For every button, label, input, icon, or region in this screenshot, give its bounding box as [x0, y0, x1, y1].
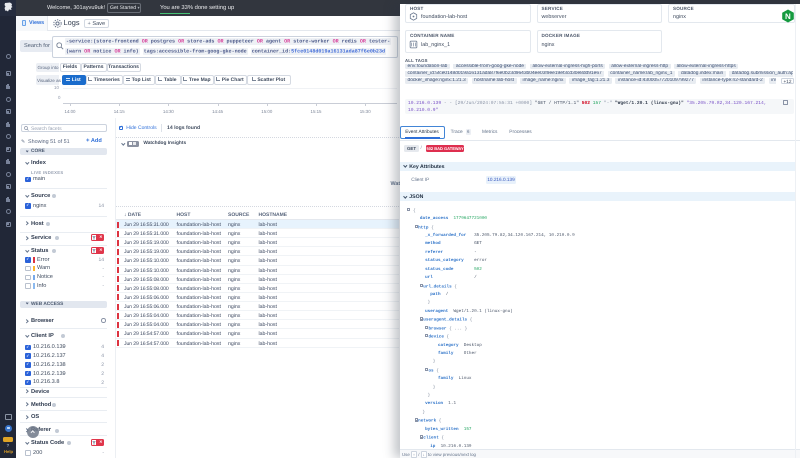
- svg-text:N: N: [785, 12, 791, 21]
